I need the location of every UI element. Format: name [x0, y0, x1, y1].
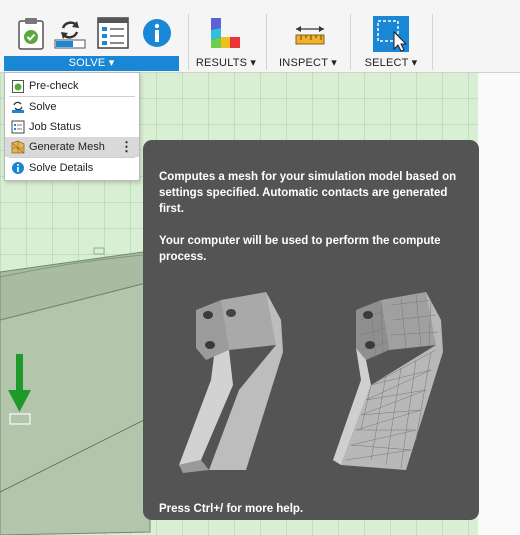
precheck-icon: [12, 80, 24, 93]
solve-label: SOLVE: [68, 57, 106, 69]
select-label: SELECT: [364, 57, 409, 69]
menu-item-label: Solve Details: [29, 162, 94, 174]
generate-mesh-tooltip: Computes a mesh for your simulation mode…: [143, 140, 479, 520]
menu-item-solve-details[interactable]: Solve Details: [5, 158, 139, 178]
ruler-icon[interactable]: [293, 16, 327, 50]
refresh-icon[interactable]: [53, 16, 87, 50]
results-label: RESULTS: [195, 57, 248, 69]
chevron-down-icon: ▾: [411, 57, 418, 69]
menu-item-solve[interactable]: Solve: [5, 97, 139, 117]
more-options-icon[interactable]: ⋮: [120, 137, 133, 157]
chevron-down-icon: ▾: [331, 57, 337, 69]
menu-item-label: Generate Mesh: [29, 141, 105, 153]
select-icon[interactable]: [372, 15, 410, 53]
solve-dropdown-menu: Pre-check Solve Job Status Generate Mesh…: [4, 72, 140, 181]
solve-icon: [12, 101, 24, 113]
menu-item-job-status[interactable]: Job Status: [5, 117, 139, 137]
tooltip-help-hint: Press Ctrl+/ for more help.: [159, 503, 304, 515]
tooltip-description: Computes a mesh for your simulation mode…: [159, 171, 457, 215]
toolbar-separator: [266, 14, 267, 70]
job-status-icon: [11, 120, 25, 134]
chevron-down-icon: ▾: [108, 57, 115, 69]
menu-item-label: Pre-check: [29, 80, 79, 92]
ribbon-toolbar: SOLVE ▾ RESULTS ▾ INSPECT ▾ SELECT ▾: [0, 0, 520, 73]
toolbar-separator: [188, 14, 189, 70]
tooltip-compute-note: Your computer will be used to perform th…: [159, 235, 441, 263]
inspect-label: INSPECT: [279, 57, 328, 69]
menu-item-pre-check[interactable]: Pre-check: [5, 76, 139, 96]
bracket-part-image: [179, 292, 283, 473]
toolbar-separator: [350, 14, 351, 70]
inspect-menu-button[interactable]: INSPECT ▾: [276, 56, 340, 71]
menu-item-generate-mesh[interactable]: Generate Mesh ⋮: [5, 137, 139, 157]
results-icon[interactable]: [208, 16, 242, 50]
select-menu-button[interactable]: SELECT ▾: [358, 56, 424, 71]
solve-menu-button[interactable]: SOLVE ▾: [4, 56, 179, 71]
info-icon: [12, 162, 24, 174]
chevron-down-icon: ▾: [250, 57, 257, 69]
results-menu-button[interactable]: RESULTS ▾: [194, 56, 258, 71]
clipboard-check-icon[interactable]: [14, 16, 48, 50]
info-icon[interactable]: [140, 16, 174, 50]
menu-item-label: Job Status: [29, 121, 81, 133]
generate-mesh-icon: [11, 140, 25, 154]
menu-item-label: Solve: [29, 101, 57, 113]
job-status-icon[interactable]: [96, 16, 130, 50]
toolbar-separator: [432, 14, 433, 70]
meshed-bracket-image: [333, 292, 443, 470]
